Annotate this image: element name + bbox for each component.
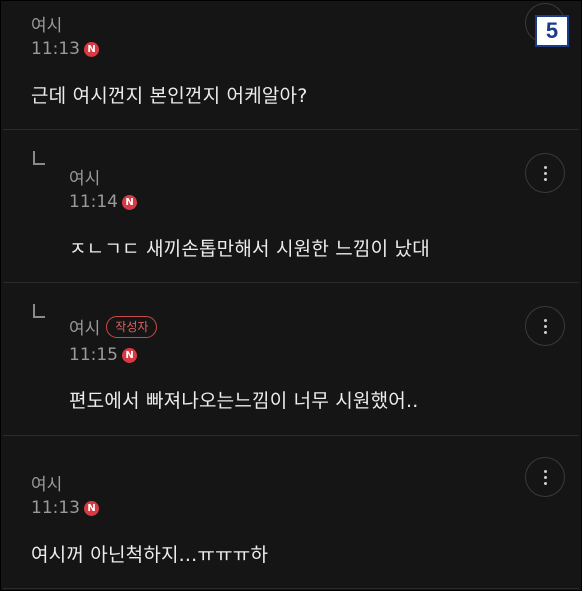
comment-text: 편도에서 빠져나오는느낌이 너무 시원했어.. — [69, 390, 419, 412]
page-number-badge: 5 — [535, 15, 569, 47]
comment-time: 11:14 — [69, 192, 118, 212]
more-options-button[interactable] — [525, 457, 565, 497]
comment-text: 근데 여시껀지 본인껀지 어케알아? — [31, 85, 308, 107]
comment-time: 11:13 — [31, 498, 80, 518]
more-options-button[interactable] — [525, 306, 565, 346]
new-badge: N — [84, 500, 99, 516]
reply-item: 여시 11:14 N ㅈㄴㄱㄷ 새끼손톱만해서 시원한 느낌이 났대 — [3, 131, 579, 283]
comment-list: 여시 11:13 N 근데 여시껀지 본인껀지 어케알아? 5 여시 11:14… — [0, 0, 582, 591]
reply-arrow-icon — [33, 304, 45, 318]
comment-time-row: 11:15 N — [69, 345, 137, 365]
comment-item: 여시 11:13 N 여시꺼 아닌척하지...ㅠㅠㅠ하 — [3, 437, 579, 589]
more-options-button[interactable] — [525, 153, 565, 193]
author-row: 여시 작성자 — [69, 314, 158, 339]
comment-time-row: 11:14 N — [69, 192, 137, 212]
new-badge: N — [84, 41, 99, 57]
comment-author[interactable]: 여시 — [31, 11, 62, 36]
reply-arrow-icon — [33, 151, 45, 165]
comment-author[interactable]: 여시 — [69, 314, 100, 339]
writer-badge: 작성자 — [106, 315, 158, 338]
comment-time-row: 11:13 N — [31, 498, 99, 518]
comment-time: 11:15 — [69, 345, 118, 365]
more-vertical-icon — [543, 469, 547, 473]
comment-item: 여시 11:13 N 근데 여시껀지 본인껀지 어케알아? 5 — [3, 1, 579, 130]
comment-author[interactable]: 여시 — [69, 164, 100, 189]
comment-author[interactable]: 여시 — [31, 470, 62, 495]
more-vertical-icon — [543, 318, 547, 322]
reply-item: 여시 작성자 11:15 N 편도에서 빠져나오는느낌이 너무 시원했어.. — [3, 284, 579, 436]
comment-time-row: 11:13 N — [31, 39, 99, 59]
more-vertical-icon — [543, 165, 547, 169]
comment-text: 여시꺼 아닌척하지...ㅠㅠㅠ하 — [31, 544, 269, 566]
new-badge: N — [122, 194, 137, 210]
comment-time: 11:13 — [31, 39, 80, 59]
new-badge: N — [122, 347, 137, 363]
comment-text: ㅈㄴㄱㄷ 새끼손톱만해서 시원한 느낌이 났대 — [69, 238, 430, 260]
